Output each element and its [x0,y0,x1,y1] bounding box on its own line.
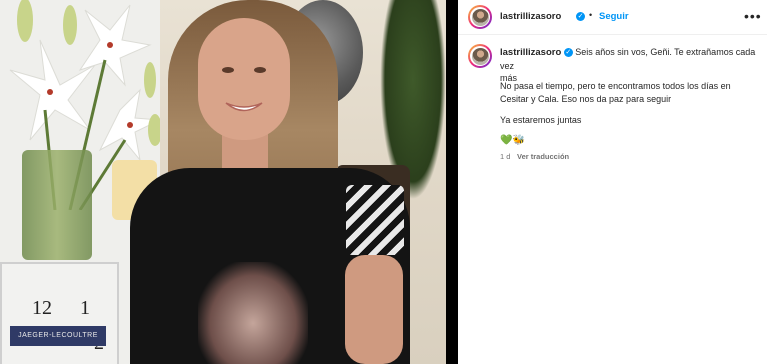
see-translation-link[interactable]: Ver traducción [517,152,569,161]
header-avatar[interactable] [468,5,492,29]
post-side-panel: lastrillizasoro ✓ • Seguir ••• lastrilli… [458,0,767,364]
clock-brand-logo: JAEGER-LECOULTRE [10,326,106,346]
avatar-image [471,47,489,65]
more-options-icon[interactable]: ••• [744,8,762,24]
separator-dot: • [589,10,593,20]
avatar-image [471,8,489,26]
clock-number-12: 12 [32,297,52,319]
caption-body: No pasa el tiempo, pero te encontramos t… [500,80,760,105]
caption-username[interactable]: lastrillizasoro [500,47,561,58]
post-photo[interactable]: 12 1 2 JAEGER-LECOULTRE [0,0,446,364]
glass-vase [22,150,92,260]
post-time[interactable]: 1 d [500,152,510,161]
follow-button[interactable]: Seguir [599,11,629,22]
caption-body-line-3: Ya estaremos juntas [500,115,582,125]
post-viewer: 12 1 2 JAEGER-LECOULTRE lastrillizasoro … [0,0,767,364]
divider [446,0,458,364]
caption-avatar[interactable] [468,44,492,68]
verified-badge-icon: ✓ [576,12,585,21]
caption-body-line-1: No pasa el tiempo, pero te encontramos t… [500,81,731,91]
face-features [222,67,266,112]
caption-emojis: 💚🐝 [500,135,525,146]
clock: 12 1 2 JAEGER-LECOULTRE [0,262,119,364]
caption-body-line-2: Cesitar y Cala. Eso nos da paz para segu… [500,93,672,104]
shirt-stripes [346,185,404,255]
verified-badge-icon: ✓ [563,48,573,58]
clock-number-1: 1 [80,297,90,319]
header-username[interactable]: lastrillizasoro [500,11,561,22]
shirt-print [198,262,308,364]
header-divider [458,34,767,35]
person-face [198,18,290,140]
person-arm [345,255,403,364]
caption-text: lastrillizasoro ✓ Seis años sin vos, Geñ… [500,46,760,85]
